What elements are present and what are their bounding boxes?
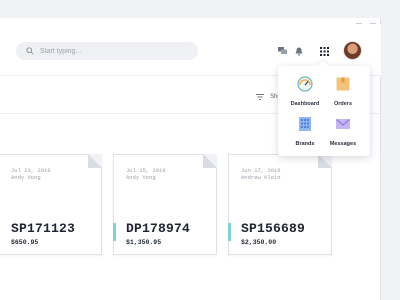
menu-item-label: Messages — [329, 141, 357, 147]
menu-item-orders[interactable]: Orders — [323, 76, 363, 112]
menu-item-label: Brands — [295, 141, 315, 147]
customer-name: Andrew Klein — [241, 174, 281, 181]
menu-item-messages[interactable]: Messages — [323, 116, 363, 152]
card-fold — [203, 154, 217, 168]
card-accent — [228, 223, 231, 241]
order-date: Jun 17, 2019 — [241, 167, 281, 174]
order-card[interactable]: Jun 17, 2019 Andrew Klein SP156689 $2,35… — [228, 154, 332, 255]
order-card[interactable]: Jul 23, 2019 Andy Vong SP171123 $650.95 — [0, 154, 102, 255]
chat-icon[interactable] — [276, 45, 288, 57]
menu-item-dashboard[interactable]: Dashboard — [285, 76, 325, 112]
envelope-icon — [336, 119, 350, 129]
avatar[interactable] — [343, 41, 362, 60]
customer-name: Andy Vong — [11, 174, 41, 181]
order-date: Jul 23, 2019 — [11, 167, 51, 174]
menu-item-brands[interactable]: Brands — [285, 116, 325, 152]
order-code: SP171123 — [11, 221, 76, 236]
apps-grid-icon[interactable] — [318, 45, 330, 57]
customer-name: Andy Vong — [126, 174, 156, 181]
menu-item-label: Orders — [333, 101, 353, 107]
sort-control[interactable]: Sho — [256, 94, 281, 100]
gauge-icon — [297, 76, 313, 92]
search-bar[interactable] — [16, 42, 198, 60]
search-icon — [26, 47, 34, 55]
order-amount: $1,350.95 — [126, 239, 162, 246]
card-fold — [88, 154, 102, 168]
order-amount: $650.95 — [11, 239, 39, 246]
order-amount: $2,350.00 — [241, 239, 277, 246]
package-icon — [336, 77, 350, 91]
order-date: Jul 15, 2019 — [126, 167, 166, 174]
card-accent — [113, 223, 116, 241]
apps-dropdown: Dashboard Orders Brands Messages — [278, 66, 370, 156]
building-icon — [299, 117, 311, 131]
menu-item-label: Dashboard — [290, 101, 320, 107]
search-input[interactable] — [40, 47, 180, 55]
bell-icon[interactable] — [293, 45, 305, 57]
order-code: SP156689 — [241, 221, 306, 236]
card-fold — [318, 154, 332, 168]
order-code: DP178974 — [126, 221, 191, 236]
order-card[interactable]: Jul 15, 2019 Andy Vong DP178974 $1,350.9… — [113, 154, 217, 255]
filter-icon — [256, 94, 264, 100]
